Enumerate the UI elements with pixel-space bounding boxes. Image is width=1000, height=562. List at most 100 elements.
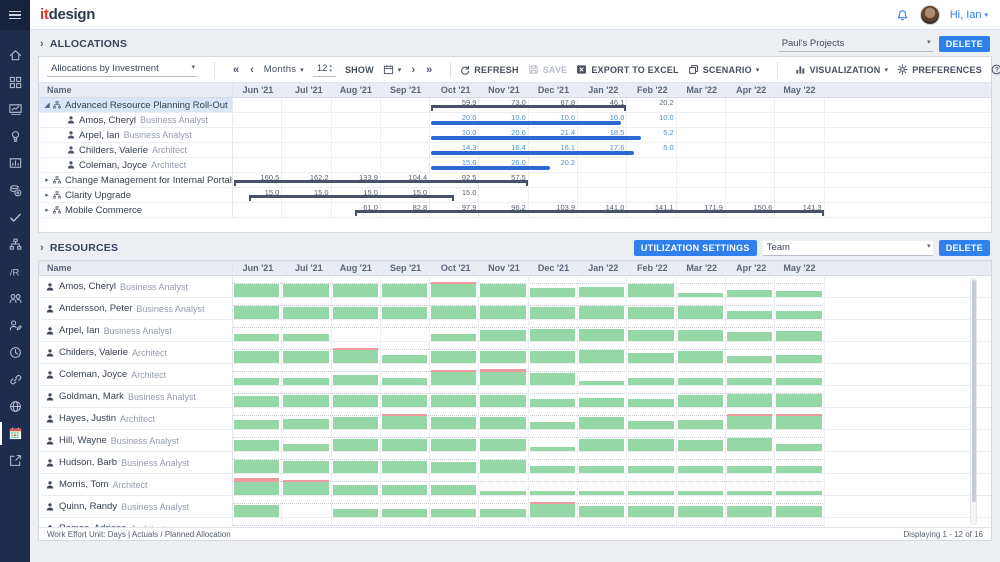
utilization-cell[interactable]: [529, 430, 578, 451]
allocation-cell[interactable]: [233, 158, 282, 172]
resource-row-name[interactable]: Quinn, RandyBusiness Analyst: [39, 496, 233, 517]
utilization-cell[interactable]: [529, 320, 578, 341]
utilization-cell[interactable]: [479, 430, 528, 451]
utilization-cell[interactable]: [332, 452, 381, 473]
utilization-cell[interactable]: [578, 320, 627, 341]
allocation-bar[interactable]: [431, 166, 550, 170]
utilization-cell[interactable]: [627, 518, 676, 527]
utilization-cell[interactable]: [233, 276, 282, 297]
resource-row-name[interactable]: Andersson, PeterBusiness Analyst: [39, 298, 233, 319]
utilization-cell[interactable]: [430, 342, 479, 363]
utilization-cell[interactable]: [282, 518, 331, 527]
sidebar-item-resource-planning[interactable]: [0, 420, 30, 447]
name-column-header[interactable]: Name: [39, 261, 233, 275]
utilization-cell[interactable]: [627, 474, 676, 495]
utilization-cell[interactable]: [677, 276, 726, 297]
utilization-cell[interactable]: [775, 518, 824, 527]
utilization-cell[interactable]: [282, 342, 331, 363]
allocation-cell[interactable]: [726, 188, 775, 202]
resource-row-name[interactable]: Childers, ValerieArchitect: [39, 342, 233, 363]
utilization-cell[interactable]: [529, 452, 578, 473]
allocation-cell[interactable]: [529, 173, 578, 187]
utilization-cell[interactable]: [529, 298, 578, 319]
allocation-cell[interactable]: [233, 143, 282, 157]
allocation-cell[interactable]: [282, 128, 331, 142]
utilization-cell[interactable]: [677, 452, 726, 473]
utilization-cell[interactable]: [381, 408, 430, 429]
expand-collapsed-icon[interactable]: ▸: [43, 206, 51, 214]
resource-row-name[interactable]: Coleman, JoyceArchitect: [39, 364, 233, 385]
utilization-cell[interactable]: [332, 276, 381, 297]
utilization-cell[interactable]: [726, 496, 775, 517]
utilization-cell[interactable]: [479, 496, 528, 517]
allocation-cell[interactable]: [381, 113, 430, 127]
resources-section-toggle[interactable]: › RESOURCES: [40, 242, 118, 254]
allocation-row-name[interactable]: Arpel, IanBusiness Analyst: [39, 128, 233, 142]
allocation-cell[interactable]: [775, 188, 824, 202]
utilization-cell[interactable]: [775, 430, 824, 451]
utilization-cell[interactable]: [381, 474, 430, 495]
utilization-cell[interactable]: [430, 298, 479, 319]
utilization-cell[interactable]: [726, 518, 775, 527]
stepper-arrows-icon[interactable]: ▴▾: [329, 64, 332, 74]
allocation-cell[interactable]: [627, 158, 676, 172]
period-count-stepper[interactable]: 12 ▴▾: [313, 62, 336, 77]
utilization-cell[interactable]: [233, 342, 282, 363]
allocation-row-name[interactable]: Childers, ValerieArchitect: [39, 143, 233, 157]
allocation-cell[interactable]: 20.2: [627, 98, 676, 112]
utilization-cell[interactable]: [677, 320, 726, 341]
utilization-cell[interactable]: [479, 518, 528, 527]
resource-row-name[interactable]: Hayes, JustinArchitect: [39, 408, 233, 429]
allocation-cell[interactable]: [726, 113, 775, 127]
nav-first-button[interactable]: «: [232, 64, 240, 76]
utilization-cell[interactable]: [726, 386, 775, 407]
allocation-cell[interactable]: [529, 188, 578, 202]
allocation-cell[interactable]: [726, 143, 775, 157]
allocation-cell[interactable]: [627, 188, 676, 202]
utilization-cell[interactable]: [726, 430, 775, 451]
utilization-cell[interactable]: [677, 298, 726, 319]
sidebar-item-portfolio[interactable]: [0, 231, 30, 258]
utilization-cell[interactable]: [677, 364, 726, 385]
utilization-cell[interactable]: [233, 408, 282, 429]
nav-prev-button[interactable]: ‹: [249, 64, 255, 76]
utilization-cell[interactable]: [282, 496, 331, 517]
utilization-cell[interactable]: [282, 430, 331, 451]
utilization-cell[interactable]: [430, 408, 479, 429]
allocation-cell[interactable]: [775, 98, 824, 112]
utilization-cell[interactable]: [627, 496, 676, 517]
sidebar-item-home[interactable]: [0, 42, 30, 69]
allocation-cell[interactable]: [233, 98, 282, 112]
allocation-cell[interactable]: [381, 128, 430, 142]
allocation-row-name[interactable]: ▸Clarity Upgrade: [39, 188, 233, 202]
allocation-cell[interactable]: [479, 188, 528, 202]
allocation-cell[interactable]: [332, 143, 381, 157]
utilization-cell[interactable]: [479, 408, 528, 429]
utilization-cell[interactable]: [479, 474, 528, 495]
allocation-cell[interactable]: [233, 203, 282, 217]
utilization-cell[interactable]: [677, 386, 726, 407]
resource-row-name[interactable]: Hudson, BarbBusiness Analyst: [39, 452, 233, 473]
allocation-cell[interactable]: 5.0: [627, 143, 676, 157]
sidebar-item-reports[interactable]: [0, 150, 30, 177]
utilization-cell[interactable]: [479, 298, 528, 319]
utilization-cell[interactable]: [627, 364, 676, 385]
allocation-cell[interactable]: [775, 113, 824, 127]
utilization-cell[interactable]: [430, 276, 479, 297]
utilization-cell[interactable]: [430, 452, 479, 473]
sidebar-item-team[interactable]: [0, 285, 30, 312]
allocation-cell[interactable]: [775, 158, 824, 172]
sidebar-item-ideas[interactable]: [0, 123, 30, 150]
utilization-cell[interactable]: [282, 364, 331, 385]
utilization-cell[interactable]: [332, 496, 381, 517]
utilization-cell[interactable]: [578, 518, 627, 527]
utilization-cell[interactable]: [282, 298, 331, 319]
allocation-cell[interactable]: [381, 158, 430, 172]
utilization-cell[interactable]: [529, 276, 578, 297]
utilization-cell[interactable]: [282, 408, 331, 429]
allocation-cell[interactable]: [332, 158, 381, 172]
sidebar-item-web[interactable]: [0, 393, 30, 420]
allocation-cell[interactable]: [726, 173, 775, 187]
utilization-cell[interactable]: [775, 298, 824, 319]
allocation-row-name[interactable]: ▸Change Management for Internal Portal: [39, 173, 233, 187]
